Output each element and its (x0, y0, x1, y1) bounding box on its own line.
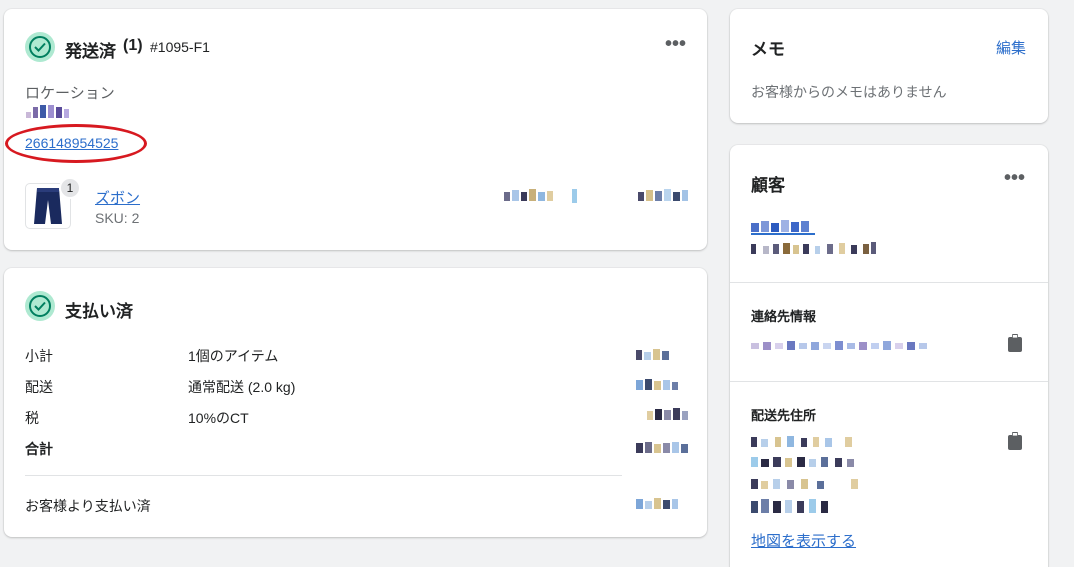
memo-card: メモ 編集 お客様からのメモはありません (730, 9, 1048, 123)
customer-divider-1 (730, 282, 1048, 283)
customer-divider-2 (730, 381, 1048, 382)
copy-contact-icon[interactable] (1008, 334, 1022, 352)
quantity-badge: 1 (59, 177, 81, 199)
shipping-label: 配送 (25, 379, 53, 395)
customer-title: 顧客 (751, 176, 785, 195)
location-value-redacted (26, 105, 72, 119)
fulfilled-check-icon (25, 32, 55, 62)
fulfillment-card: 発送済 (1) #1095-F1 ••• ロケーション 266148954525… (4, 9, 707, 250)
tax-label: 税 (25, 410, 39, 426)
shipping-amount-redacted (636, 378, 680, 392)
contact-info-title: 連絡先情報 (751, 309, 817, 324)
product-name-link[interactable]: ズボン (95, 187, 140, 208)
total-label: 合計 (25, 441, 53, 457)
fulfillment-count: (1) (123, 37, 143, 54)
subtotal-detail: 1個のアイテム (188, 348, 279, 364)
line-total-redacted (638, 189, 690, 203)
customer-more-actions-icon[interactable]: ••• (1004, 168, 1025, 188)
quantity-value: 1 (66, 181, 74, 195)
subtotal-label: 小計 (25, 348, 53, 364)
payment-divider (25, 475, 622, 476)
customer-orders-redacted (751, 242, 879, 256)
annotation-circle (5, 124, 147, 163)
payment-card: 支払い済 小計 1個のアイテム 配送 通常配送 (2.0 kg) 税 10%のC… (4, 268, 707, 537)
unit-price-redacted (504, 189, 582, 203)
memo-title: メモ (751, 40, 785, 59)
copy-address-icon[interactable] (1008, 432, 1022, 450)
product-sku: SKU: 2 (95, 210, 140, 226)
paid-check-icon (25, 291, 55, 321)
customer-name-link-redacted[interactable] (751, 219, 817, 237)
total-amount-redacted (636, 441, 690, 455)
customer-card: 顧客 ••• 連絡先情報 配送先住所 地図を表示する (730, 145, 1048, 567)
tax-detail: 10%のCT (188, 410, 249, 426)
paid-amount-redacted (636, 497, 680, 511)
contact-info-redacted (751, 340, 935, 352)
fulfillment-order-id: #1095-F1 (150, 39, 210, 55)
shipping-address-title: 配送先住所 (751, 408, 817, 423)
memo-empty-text: お客様からのメモはありません (751, 84, 947, 100)
memo-edit-link[interactable]: 編集 (996, 37, 1026, 58)
paid-by-customer-label: お客様より支払い済 (25, 498, 151, 514)
view-map-link[interactable]: 地図を表示する (751, 530, 856, 551)
subtotal-amount-redacted (636, 348, 676, 362)
location-label: ロケーション (25, 85, 115, 102)
more-actions-icon[interactable]: ••• (665, 34, 686, 54)
shipping-detail: 通常配送 (2.0 kg) (188, 379, 296, 395)
fulfillment-status-title: 発送済 (65, 42, 116, 61)
tax-amount-redacted (647, 408, 689, 422)
shipping-address-redacted (751, 435, 871, 517)
payment-status-title: 支払い済 (65, 302, 133, 321)
